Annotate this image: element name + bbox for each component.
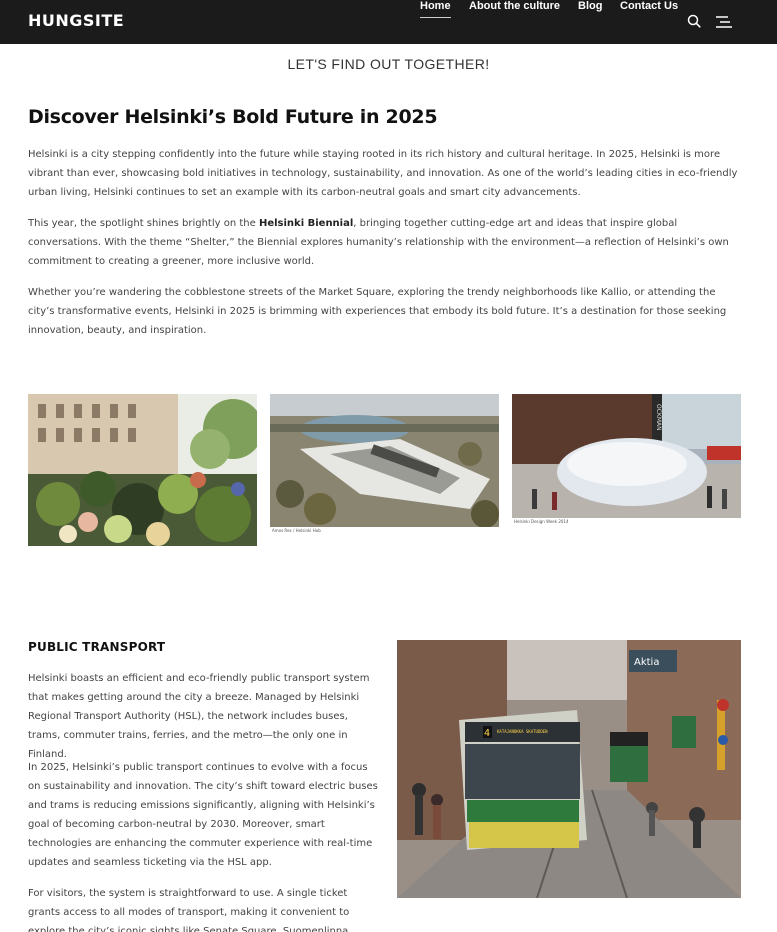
article-paragraph-3: Whether you’re wandering the cobblestone… <box>28 287 727 336</box>
tram-route-number: 4 <box>484 728 490 739</box>
street-festival-image <box>28 394 257 546</box>
search-icon[interactable] <box>687 14 703 30</box>
article-title: Discover Helsinki’s Bold Future in 2025 <box>28 106 438 128</box>
museum-aerial-image <box>270 394 499 527</box>
nav-about-the-culture[interactable]: About the culture <box>469 0 560 12</box>
transport-paragraph-2: In 2025, Helsinki’s public transport con… <box>28 762 378 868</box>
article-paragraph-1: Helsinki is a city stepping confidently … <box>28 149 738 198</box>
design-week-bubble-image: OCKMAN <box>512 394 741 518</box>
nav-home[interactable]: Home <box>420 0 451 18</box>
menu-icon[interactable] <box>716 15 732 31</box>
bubble-image-caption: Helsinki Design Week 2014 <box>514 519 569 524</box>
nav-contact-us[interactable]: Contact Us <box>620 0 678 12</box>
site-logo[interactable]: HUNGSITE <box>28 11 124 30</box>
svg-text:OCKMAN: OCKMAN <box>655 404 662 431</box>
tagline: LET'S FIND OUT TOGETHER! <box>287 56 490 72</box>
museum-image-caption: Amos Rex / Helsinki Hub <box>272 528 321 533</box>
aktia-sign: Aktia <box>634 657 659 668</box>
transport-paragraph-3: For visitors, the system is straightforw… <box>28 888 350 932</box>
transport-paragraph-1: Helsinki boasts an efficient and eco-fri… <box>28 673 370 760</box>
biennial-highlight: Helsinki Biennial <box>258 218 354 229</box>
tram-destination: KATAJANOKKA SKATUDDEN <box>497 729 548 734</box>
top-navigation-bar: HUNGSITE Home About the culture Blog Con… <box>0 0 777 44</box>
nav-blog[interactable]: Blog <box>578 0 602 12</box>
tram-street-image: Aktia 4 KATAJANOKKA SKATUDDEN <box>397 640 741 898</box>
article-paragraph-2: This year, the spotlight shines brightly… <box>28 218 729 267</box>
public-transport-heading: PUBLIC TRANSPORT <box>28 640 166 654</box>
